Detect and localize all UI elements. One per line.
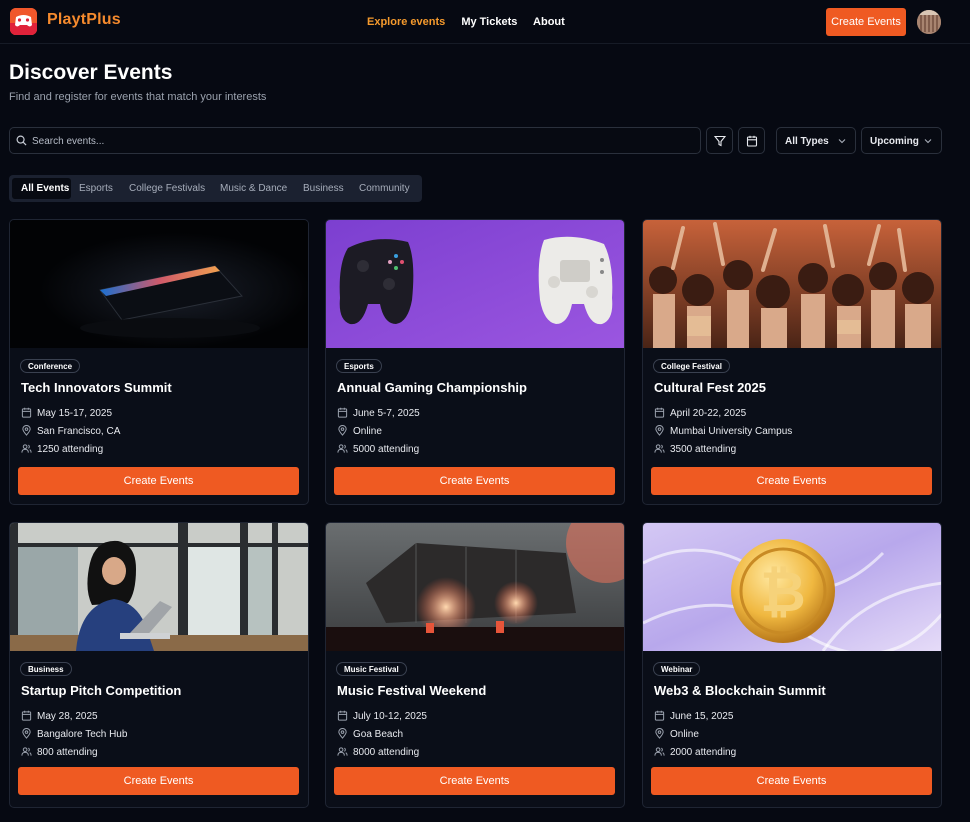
tab-music-dance[interactable]: Music & Dance <box>220 178 287 199</box>
event-location-text: Goa Beach <box>353 729 404 740</box>
event-title: Tech Innovators Summit <box>21 380 172 395</box>
map-pin-icon <box>22 425 31 436</box>
calendar-icon <box>337 407 348 418</box>
create-events-button[interactable]: Create Events <box>334 467 615 495</box>
tab-esports[interactable]: Esports <box>79 178 113 199</box>
category-tabs: All Events Esports College Festivals Mus… <box>9 175 422 202</box>
event-date-text: June 5-7, 2025 <box>353 408 420 419</box>
event-image-controllers <box>326 220 624 348</box>
event-attendees-text: 2000 attending <box>670 747 737 758</box>
calendar-icon <box>337 710 348 721</box>
svg-text:₿: ₿ <box>760 560 806 625</box>
brand-name[interactable]: PlaytPlus <box>47 11 121 29</box>
users-icon <box>337 444 348 453</box>
event-attendees-text: 5000 attending <box>353 444 420 455</box>
event-title: Cultural Fest 2025 <box>654 380 766 395</box>
calendar-icon <box>21 710 32 721</box>
event-card[interactable]: ₿ Webinar Web3 & Blockchain Summit June … <box>642 522 942 808</box>
user-avatar[interactable] <box>917 10 941 34</box>
nav-links: Explore events My Tickets About <box>367 16 578 28</box>
event-title: Annual Gaming Championship <box>337 380 527 395</box>
map-pin-icon <box>655 425 664 436</box>
event-attendees-text: 8000 attending <box>353 747 420 758</box>
event-date-text: April 20-22, 2025 <box>670 408 747 419</box>
map-pin-icon <box>22 728 31 739</box>
chevron-down-icon <box>924 139 932 144</box>
create-events-button[interactable]: Create Events <box>651 467 932 495</box>
calendar-button[interactable] <box>738 127 765 154</box>
type-select[interactable]: All Types <box>776 127 856 154</box>
event-card[interactable]: Esports Annual Gaming Championship June … <box>325 219 625 505</box>
top-nav: PlaytPlus Explore events My Tickets Abou… <box>0 0 970 44</box>
map-pin-icon <box>655 728 664 739</box>
calendar-icon <box>746 135 757 147</box>
map-pin-icon <box>338 425 347 436</box>
event-attendees-text: 3500 attending <box>670 444 737 455</box>
event-date-text: May 15-17, 2025 <box>37 408 113 419</box>
event-date-text: May 28, 2025 <box>37 711 98 722</box>
tab-all-events[interactable]: All Events <box>12 178 71 199</box>
event-image-woman-tablet <box>10 523 308 651</box>
users-icon <box>21 444 32 453</box>
event-category-badge: Webinar <box>653 662 701 676</box>
tab-college-festivals[interactable]: College Festivals <box>129 178 205 199</box>
tab-community[interactable]: Community <box>359 178 410 199</box>
event-date-text: July 10-12, 2025 <box>353 711 427 722</box>
tab-business[interactable]: Business <box>303 178 344 199</box>
chevron-down-icon <box>838 139 846 144</box>
calendar-icon <box>654 407 665 418</box>
event-category-badge: Music Festival <box>336 662 407 676</box>
nav-my-tickets[interactable]: My Tickets <box>461 16 517 28</box>
event-image-concert-stage <box>326 523 624 651</box>
event-location-text: Online <box>670 729 699 740</box>
event-card[interactable]: Business Startup Pitch Competition May 2… <box>9 522 309 808</box>
event-location-text: Bangalore Tech Hub <box>37 729 128 740</box>
users-icon <box>654 444 665 453</box>
create-events-button[interactable]: Create Events <box>18 467 299 495</box>
create-events-button[interactable]: Create Events <box>18 767 299 795</box>
event-date-text: June 15, 2025 <box>670 711 734 722</box>
filter-button[interactable] <box>706 127 733 154</box>
event-category-badge: Business <box>20 662 72 676</box>
event-location-text: San Francisco, CA <box>37 426 121 437</box>
calendar-icon <box>21 407 32 418</box>
nav-about[interactable]: About <box>533 16 565 28</box>
calendar-icon <box>654 710 665 721</box>
search-icon <box>16 135 27 146</box>
event-category-badge: Esports <box>336 359 382 373</box>
event-category-badge: College Festival <box>653 359 730 373</box>
event-attendees-text: 800 attending <box>37 747 98 758</box>
event-card[interactable]: Music Festival Music Festival Weekend Ju… <box>325 522 625 808</box>
users-icon <box>21 747 32 756</box>
page-subtitle: Find and register for events that match … <box>9 91 267 103</box>
search-input[interactable] <box>32 133 672 149</box>
create-events-button[interactable]: Create Events <box>651 767 932 795</box>
event-location-text: Online <box>353 426 382 437</box>
logo-gamepad-icon[interactable] <box>10 8 37 35</box>
event-image-laptop <box>10 220 308 348</box>
page-title: Discover Events <box>9 61 173 84</box>
filter-icon <box>713 135 726 146</box>
event-attendees-text: 1250 attending <box>37 444 104 455</box>
event-image-crowd <box>643 220 941 348</box>
users-icon <box>337 747 348 756</box>
event-category-badge: Conference <box>20 359 81 373</box>
nav-explore-events[interactable]: Explore events <box>367 16 445 28</box>
event-card[interactable]: College Festival Cultural Fest 2025 Apri… <box>642 219 942 505</box>
event-card[interactable]: Conference Tech Innovators Summit May 15… <box>9 219 309 505</box>
event-title: Startup Pitch Competition <box>21 683 182 698</box>
time-select-value: Upcoming <box>870 136 919 147</box>
type-select-value: All Types <box>785 136 829 147</box>
event-image-bitcoin: ₿ <box>643 523 941 651</box>
create-events-button[interactable]: Create Events <box>826 8 906 36</box>
event-title: Web3 & Blockchain Summit <box>654 683 826 698</box>
time-select[interactable]: Upcoming <box>861 127 942 154</box>
search-box <box>9 127 701 154</box>
event-title: Music Festival Weekend <box>337 683 487 698</box>
create-events-button[interactable]: Create Events <box>334 767 615 795</box>
map-pin-icon <box>338 728 347 739</box>
users-icon <box>654 747 665 756</box>
event-location-text: Mumbai University Campus <box>670 426 793 437</box>
